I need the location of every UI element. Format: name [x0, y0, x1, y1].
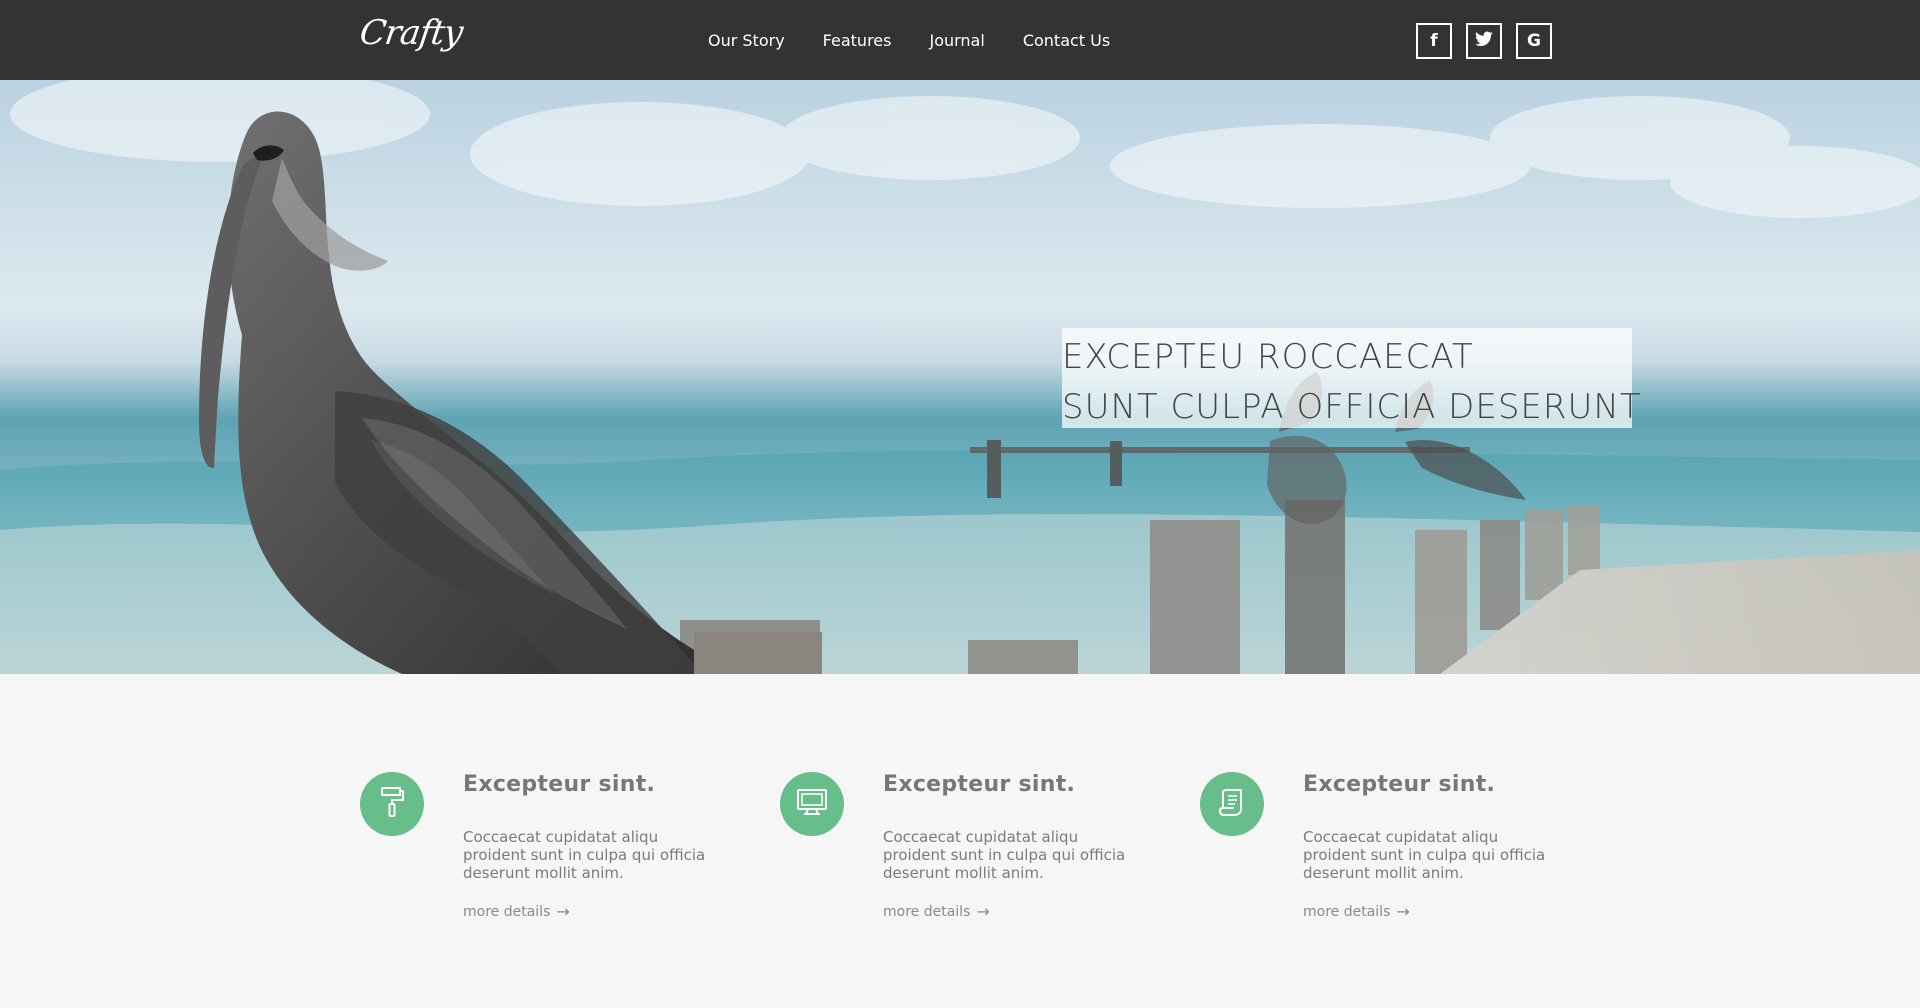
more-details-label: more details [1303, 903, 1391, 920]
nav-our-story[interactable]: Our Story [708, 31, 785, 50]
feature-icon-circle [780, 772, 844, 836]
social-links: f G [1416, 23, 1552, 59]
feature-icon-circle [1200, 772, 1264, 836]
monitor-icon [795, 787, 829, 822]
google-icon: G [1527, 30, 1541, 51]
feature-card-3: Excepteur sint. Coccaecat cupidatat aliq… [1200, 772, 1560, 952]
twitter-button[interactable] [1466, 23, 1502, 59]
more-details-link[interactable]: more details → [883, 902, 990, 921]
more-details-label: more details [463, 903, 551, 920]
scroll-icon [1216, 786, 1248, 823]
feature-card-2: Excepteur sint. Coccaecat cupidatat aliq… [780, 772, 1140, 952]
features-section: Excepteur sint. Coccaecat cupidatat aliq… [0, 674, 1920, 1008]
hero-title-line-1: EXCEPTEU ROCCAECAT [1062, 337, 1474, 377]
pelican-photo [0, 80, 1920, 674]
arrow-right-icon: → [976, 902, 990, 921]
feature-description: Coccaecat cupidatat aliqu proident sunt … [1303, 828, 1546, 882]
feature-card-1: Excepteur sint. Coccaecat cupidatat aliq… [360, 772, 720, 952]
nav-contact-us[interactable]: Contact Us [1023, 31, 1110, 50]
arrow-right-icon: → [1396, 902, 1410, 921]
feature-title: Excepteur sint. [1303, 772, 1496, 797]
hero-banner: EXCEPTEU ROCCAECAT SUNT CULPA OFFICIA DE… [0, 80, 1920, 674]
more-details-link[interactable]: more details → [463, 902, 570, 921]
more-details-label: more details [883, 903, 971, 920]
feature-description: Coccaecat cupidatat aliqu proident sunt … [463, 828, 706, 882]
paint-roller-icon [379, 785, 405, 824]
top-navigation-bar: Crafty Our Story Features Journal Contac… [0, 0, 1920, 80]
hero-title-line-2: SUNT CULPA OFFICIA DESERUNT [1062, 387, 1642, 427]
crafty-logo[interactable]: Crafty [357, 13, 465, 53]
google-button[interactable]: G [1516, 23, 1552, 59]
facebook-icon: f [1430, 30, 1438, 51]
hero-caption: EXCEPTEU ROCCAECAT SUNT CULPA OFFICIA DE… [1062, 328, 1641, 428]
nav-features[interactable]: Features [823, 31, 892, 50]
nav-journal[interactable]: Journal [929, 31, 984, 50]
arrow-right-icon: → [556, 902, 570, 921]
main-nav: Our Story Features Journal Contact Us [708, 0, 1110, 80]
feature-title: Excepteur sint. [463, 772, 656, 797]
twitter-icon [1475, 31, 1493, 51]
facebook-button[interactable]: f [1416, 23, 1452, 59]
feature-title: Excepteur sint. [883, 772, 1076, 797]
feature-icon-circle [360, 772, 424, 836]
more-details-link[interactable]: more details → [1303, 902, 1410, 921]
feature-description: Coccaecat cupidatat aliqu proident sunt … [883, 828, 1126, 882]
